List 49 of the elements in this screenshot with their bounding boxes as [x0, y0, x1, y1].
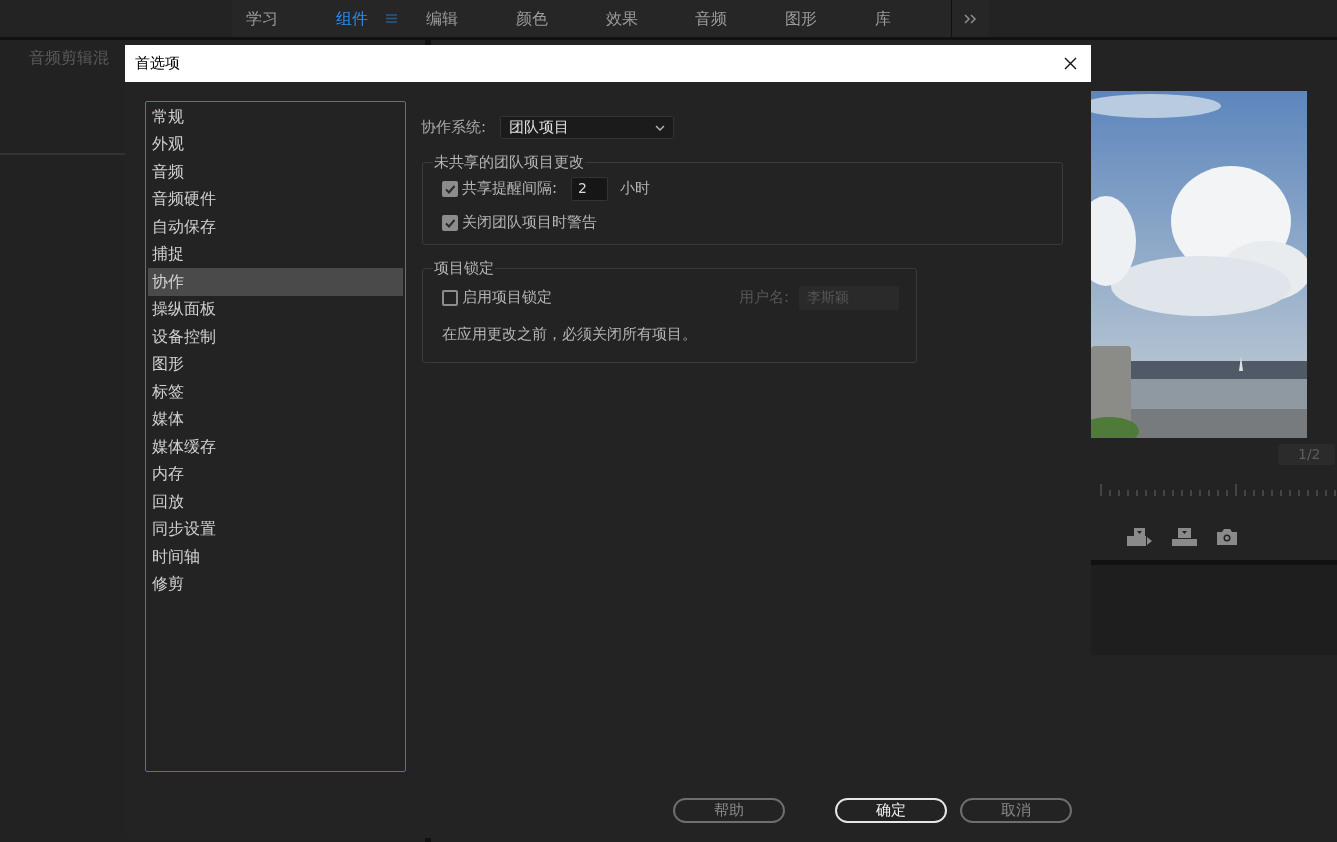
category-item[interactable]: 自动保存 — [148, 213, 403, 241]
field-label: 协作系统: — [421, 117, 487, 139]
checkbox-label: 启用项目锁定 — [462, 287, 552, 309]
category-item[interactable]: 内存 — [148, 460, 403, 488]
workspace-tab[interactable]: 库 — [875, 6, 892, 31]
workspace-tab[interactable]: 颜色 — [515, 6, 548, 31]
workspace-tab[interactable]: 组件 — [335, 6, 368, 31]
interval-field[interactable]: 2 — [571, 176, 609, 201]
category-item[interactable]: 音频 — [148, 158, 403, 186]
dialog-title: 首选项 — [135, 53, 180, 75]
category-item[interactable]: 音频硬件 — [148, 185, 403, 213]
workspace-tab[interactable]: 编辑 — [425, 6, 458, 31]
category-item[interactable]: 捕捉 — [148, 240, 403, 268]
category-item[interactable]: 设备控制 — [148, 323, 403, 351]
close-icon[interactable] — [1064, 57, 1077, 70]
category-item[interactable]: 标签 — [148, 378, 403, 406]
checkbox-label: 关闭团队项目时警告 — [462, 212, 597, 234]
category-item[interactable]: 媒体缓存 — [148, 433, 403, 461]
dialog-button[interactable]: 确定 — [835, 798, 947, 823]
group-title: 未共享的团队项目更改 — [433, 152, 585, 173]
workspace-tab[interactable]: 效果 — [605, 6, 638, 31]
category-item[interactable]: 修剪 — [148, 570, 403, 598]
category-item[interactable]: 回放 — [148, 488, 403, 516]
category-item[interactable]: 媒体 — [148, 405, 403, 433]
checkbox[interactable] — [442, 214, 458, 231]
chevron-icon — [655, 124, 666, 131]
group-title: 项目锁定 — [433, 258, 495, 279]
workspace-tab[interactable]: 学习 — [246, 6, 278, 31]
workspace-tab[interactable]: 图形 — [785, 6, 818, 31]
collab-system-dropdown[interactable]: 团队项目 — [500, 116, 675, 139]
checkbox[interactable] — [442, 289, 458, 306]
category-item[interactable]: 常规 — [148, 103, 403, 131]
workspace-tab[interactable]: 音频 — [695, 6, 728, 31]
unit-label: 小时 — [620, 178, 651, 200]
camera-icon[interactable] — [1217, 529, 1237, 545]
category-item[interactable]: 外观 — [148, 130, 403, 158]
overwrite-icon[interactable] — [1172, 528, 1197, 546]
checkbox-label: 共享提醒间隔: — [462, 178, 558, 200]
note-text: 在应用更改之前，必须关闭所有项目。 — [442, 323, 698, 345]
category-item[interactable]: 时间轴 — [148, 543, 403, 571]
category-item[interactable]: 操纵面板 — [148, 295, 403, 323]
overflow-icon[interactable] — [964, 13, 977, 24]
checkbox[interactable] — [442, 180, 458, 197]
dialog-button[interactable]: 帮助 — [673, 798, 785, 823]
category-item[interactable]: 同步设置 — [148, 515, 403, 543]
insert-icon[interactable] — [1127, 528, 1152, 546]
category-item[interactable]: 协作 — [148, 268, 403, 296]
category-item[interactable]: 图形 — [148, 350, 403, 378]
dialog-button[interactable]: 取消 — [960, 798, 1072, 823]
